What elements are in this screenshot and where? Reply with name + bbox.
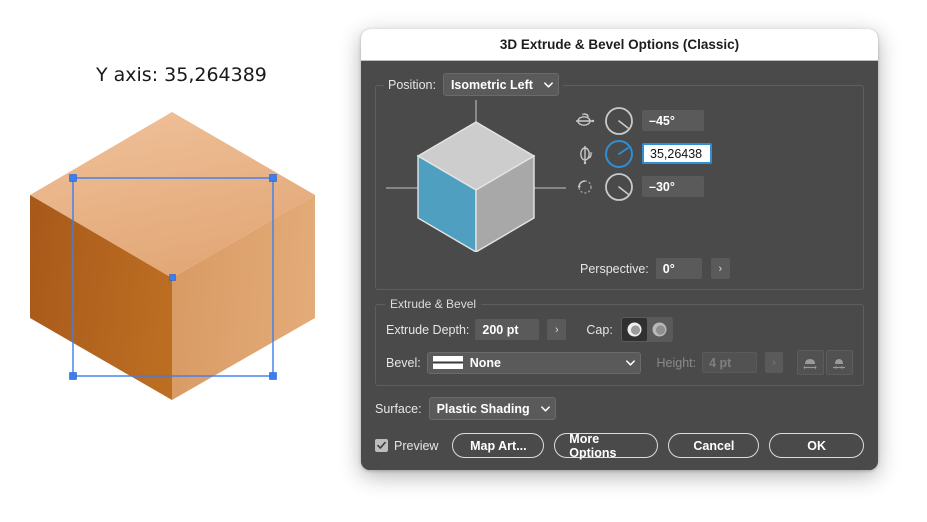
surface-row: Surface: Plastic Shading: [375, 397, 864, 420]
rotation-y-dial[interactable]: [604, 139, 634, 169]
bevel-extent-out-icon: [803, 358, 817, 369]
cube-artwork[interactable]: [12, 100, 332, 400]
extrude-depth-stepper[interactable]: ›: [547, 319, 567, 340]
position-select[interactable]: Isometric Left: [442, 73, 559, 96]
perspective-stepper[interactable]: ›: [710, 258, 730, 279]
rotation-y-value: 35,26438: [650, 146, 703, 161]
bevel-extent-in-button[interactable]: [825, 350, 853, 375]
cap-hollow-icon: [652, 322, 667, 337]
cancel-button[interactable]: Cancel: [668, 433, 760, 458]
perspective-label: Perspective:: [580, 261, 649, 276]
cap-solid-icon: [627, 322, 642, 337]
bevel-direction-group: [796, 350, 853, 375]
position-label: Position:: [388, 77, 436, 92]
cap-label: Cap:: [586, 322, 613, 337]
extrude-depth-value: 200 pt: [482, 322, 519, 337]
extrude-depth-field[interactable]: 200 pt: [475, 319, 540, 340]
rotation-z-value: –30°: [649, 179, 675, 194]
perspective-row: Perspective: 0° ›: [580, 258, 853, 279]
bevel-row: Bevel: None Height: 4 pt ›: [386, 350, 853, 375]
bevel-value: None: [469, 355, 501, 370]
bevel-label: Bevel:: [386, 355, 421, 370]
artwork-label: Y axis: 35,264389: [96, 64, 267, 86]
bevel-select[interactable]: None: [426, 351, 641, 374]
height-stepper: ›: [765, 352, 783, 373]
more-options-button[interactable]: More Options: [554, 432, 659, 460]
bevel-extent-out-button[interactable]: [796, 350, 824, 375]
chevron-down-icon: [625, 360, 635, 366]
rotation-x-row: –45°: [574, 104, 712, 137]
rotate-y-icon: [580, 145, 593, 164]
surface-select-value: Plastic Shading: [436, 401, 530, 416]
rotation-x-field[interactable]: –45°: [642, 110, 704, 131]
ok-button[interactable]: OK: [769, 433, 864, 458]
preview-cube-svg: [386, 100, 566, 254]
rotate-z-icon: [577, 179, 592, 194]
preview-checkbox[interactable]: [375, 439, 388, 452]
map-art-button[interactable]: Map Art...: [452, 433, 545, 458]
rotate-x-icon: [576, 112, 595, 126]
rotation-x-dial[interactable]: [604, 106, 634, 136]
extrude-bevel-group: Extrude & Bevel Extrude Depth: 200 pt › …: [375, 297, 864, 386]
rotation-preview[interactable]: [386, 100, 566, 254]
position-group: Position: Isometric Left –45° 35,26438 –…: [375, 73, 864, 290]
surface-label: Surface:: [375, 401, 422, 416]
cap-toggle-group: [620, 317, 673, 342]
bevel-extent-in-icon: [833, 358, 846, 369]
preview-checkbox-row[interactable]: Preview: [375, 439, 438, 453]
checkmark-icon: [377, 441, 386, 449]
extrude-bevel-legend: Extrude & Bevel: [385, 297, 482, 311]
extrude-bevel-dialog: 3D Extrude & Bevel Options (Classic) Pos…: [361, 29, 878, 470]
dialog-title: 3D Extrude & Bevel Options (Classic): [499, 37, 740, 52]
dialog-footer: Preview Map Art... More Options Cancel O…: [375, 432, 864, 460]
cap-solid-button[interactable]: [621, 318, 647, 341]
extrude-depth-label: Extrude Depth:: [386, 322, 470, 337]
perspective-field[interactable]: 0°: [655, 258, 702, 279]
perspective-value: 0°: [662, 261, 675, 276]
height-label: Height:: [656, 355, 697, 370]
position-row: Position: Isometric Left: [384, 73, 563, 96]
rotation-y-field[interactable]: 35,26438: [642, 143, 712, 164]
rotation-y-row: 35,26438: [574, 137, 712, 170]
height-value: 4 pt: [709, 355, 732, 370]
rotation-x-value: –45°: [649, 113, 675, 128]
position-select-value: Isometric Left: [450, 77, 533, 92]
chevron-down-icon: [543, 82, 553, 88]
rotation-controls: –45° 35,26438 –30°: [574, 100, 712, 203]
extrude-depth-row: Extrude Depth: 200 pt › Cap:: [386, 317, 853, 342]
height-field: 4 pt: [702, 352, 758, 373]
surface-select[interactable]: Plastic Shading: [428, 397, 556, 420]
chevron-down-icon: [540, 406, 550, 412]
dialog-titlebar: 3D Extrude & Bevel Options (Classic): [361, 29, 878, 61]
bevel-none-icon: [432, 356, 463, 369]
cap-hollow-button[interactable]: [647, 318, 672, 341]
preview-label: Preview: [394, 438, 439, 453]
rotation-z-row: –30°: [574, 170, 712, 203]
dialog-body: Position: Isometric Left –45° 35,26438 –…: [361, 61, 878, 470]
rotation-z-dial[interactable]: [604, 172, 634, 202]
rotation-z-field[interactable]: –30°: [642, 176, 704, 197]
